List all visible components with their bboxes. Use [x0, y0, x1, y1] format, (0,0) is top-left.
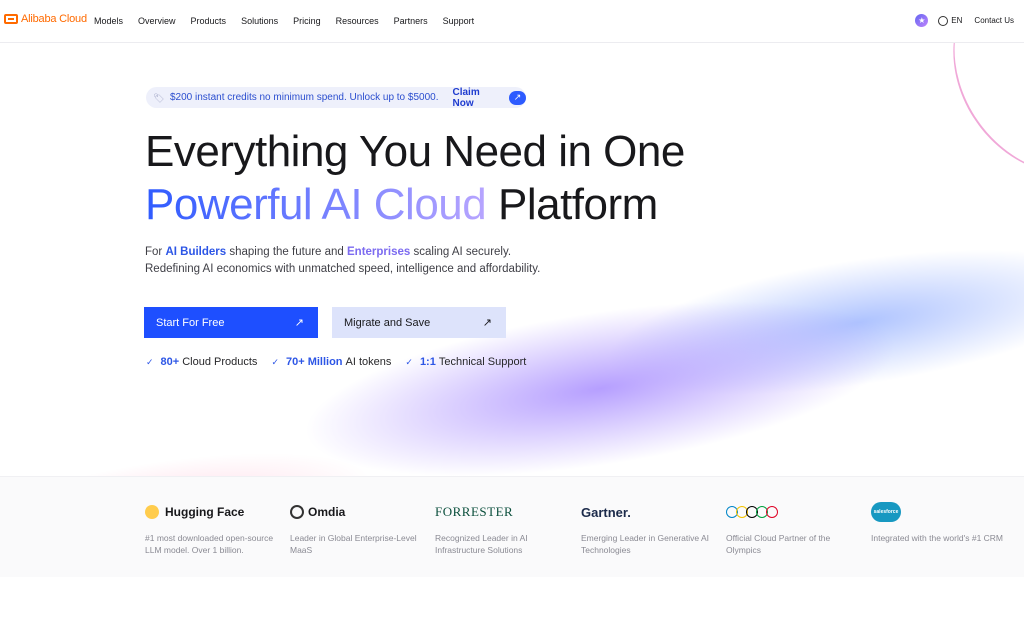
ai-assistant-icon[interactable]: ★ — [915, 14, 929, 27]
stat-number: 1:1 — [419, 356, 436, 368]
hugging-face-logo: Hugging Face — [145, 502, 280, 522]
claim-now-link[interactable]: Claim Now — [453, 87, 501, 109]
hero-subtitle: For AI Builders shaping the future and E… — [145, 244, 540, 278]
start-for-free-button[interactable]: Start For Free ↗ — [144, 307, 318, 338]
partner-strip: Hugging Face #1 most downloaded open-sou… — [0, 476, 1024, 577]
check-icon: ✓ — [146, 356, 154, 367]
partner-olympics[interactable]: Official Cloud Partner of the Olympics — [726, 502, 861, 556]
partner-omdia[interactable]: Omdia Leader in Global Enterprise-Level … — [290, 502, 425, 556]
hero-title-line2: Powerful AI Cloud Platform — [145, 178, 685, 231]
brand-logo[interactable]: Alibaba Cloud — [4, 13, 87, 25]
language-selector[interactable]: EN — [938, 15, 963, 26]
nav-item-products[interactable]: Products — [191, 16, 227, 26]
promo-text: $200 instant credits no minimum spend. U… — [170, 92, 439, 103]
check-icon: ✓ — [405, 356, 413, 367]
hugging-face-icon — [145, 505, 159, 519]
hero-title-plain: Platform — [486, 180, 658, 229]
omdia-logo: Omdia — [290, 502, 425, 522]
salesforce-cloud-icon: salesforce — [871, 502, 901, 522]
migrate-and-save-label: Migrate and Save — [344, 316, 431, 329]
omdia-icon — [290, 505, 304, 519]
olympic-rings-icon — [726, 502, 861, 522]
partner-description: Emerging Leader in Generative AI Technol… — [581, 533, 710, 555]
site-header: Alibaba Cloud Models Overview Products S… — [0, 0, 1024, 43]
hero-subtitle-line1: For AI Builders shaping the future and E… — [145, 244, 540, 261]
hero-title-line1: Everything You Need in One — [145, 127, 685, 176]
ai-builders-highlight: AI Builders — [165, 246, 227, 258]
tag-icon: 🏷 — [153, 93, 165, 103]
partner-name: Hugging Face — [165, 505, 245, 519]
arrow-up-right-icon[interactable]: ↗ — [508, 90, 526, 105]
sub-suffix: scaling AI securely. — [410, 246, 512, 258]
nav-item-resources[interactable]: Resources — [336, 16, 379, 26]
partner-name: Omdia — [308, 505, 346, 519]
partner-forrester[interactable]: FORRESTER Recognized Leader in AI Infras… — [435, 502, 570, 556]
enterprises-highlight: Enterprises — [347, 246, 411, 258]
promo-banner[interactable]: 🏷 $200 instant credits no minimum spend.… — [146, 87, 526, 109]
partner-description: Leader in Global Enterprise-Level MaaS — [290, 533, 417, 555]
partner-description: Recognized Leader in AI Infrastructure S… — [435, 533, 528, 555]
nav-item-support[interactable]: Support — [443, 16, 475, 26]
stat-number: 80+ — [160, 356, 180, 368]
arrow-up-right-icon: ↗ — [294, 317, 304, 329]
nav-item-pricing[interactable]: Pricing — [293, 16, 321, 26]
hero-stats: ✓ 80+ Cloud Products ✓ 70+ Million AI to… — [146, 356, 540, 368]
stat-number: 70+ Million — [285, 356, 343, 368]
language-label: EN — [951, 16, 963, 25]
partner-description: #1 most downloaded open-source LLM model… — [145, 533, 274, 555]
partner-gartner[interactable]: Gartner. Emerging Leader in Generative A… — [581, 502, 716, 556]
header-tools: ★ EN Contact Us — [915, 14, 1014, 27]
brand-name: Alibaba Cloud — [21, 13, 87, 25]
globe-icon — [938, 15, 949, 26]
partner-hugging-face[interactable]: Hugging Face #1 most downloaded open-sou… — [145, 502, 280, 556]
nav-item-overview[interactable]: Overview — [138, 16, 176, 26]
main-nav: Models Overview Products Solutions Prici… — [94, 16, 489, 26]
hero-subtitle-line2: Redefining AI economics with unmatched s… — [145, 263, 541, 275]
partner-description: Integrated with the world's #1 CRM — [871, 533, 1004, 543]
nav-item-solutions[interactable]: Solutions — [241, 16, 278, 26]
partner-salesforce[interactable]: salesforce Integrated with the world's #… — [871, 502, 1006, 544]
sub-prefix: For — [145, 246, 166, 258]
stat-label: AI tokens — [345, 356, 392, 368]
contact-us-link[interactable]: Contact Us — [974, 16, 1014, 25]
stat-ai-tokens: ✓ 70+ Million AI tokens — [271, 356, 391, 368]
nav-item-partners[interactable]: Partners — [394, 16, 428, 26]
gartner-logo: Gartner. — [581, 504, 631, 520]
forrester-logo: FORRESTER — [435, 504, 514, 519]
stat-technical-support: ✓ 1:1 Technical Support — [405, 356, 526, 368]
partner-description: Official Cloud Partner of the Olympics — [726, 533, 831, 555]
hero-title-gradient: Powerful AI Cloud — [145, 180, 487, 229]
nav-item-models[interactable]: Models — [94, 16, 123, 26]
stat-cloud-products: ✓ 80+ Cloud Products — [146, 356, 257, 368]
alibaba-cloud-logo-icon — [4, 14, 18, 24]
salesforce-logo: salesforce — [871, 502, 1006, 522]
check-icon: ✓ — [271, 356, 279, 367]
migrate-and-save-button[interactable]: Migrate and Save ↗ — [332, 307, 506, 338]
sub-mid: shaping the future and — [226, 246, 348, 258]
stat-label: Cloud Products — [182, 356, 258, 368]
start-for-free-label: Start For Free — [156, 316, 225, 329]
arrow-up-right-icon: ↗ — [482, 317, 492, 329]
hero-title: Everything You Need in One Powerful AI C… — [145, 125, 685, 231]
stat-label: Technical Support — [438, 356, 527, 368]
